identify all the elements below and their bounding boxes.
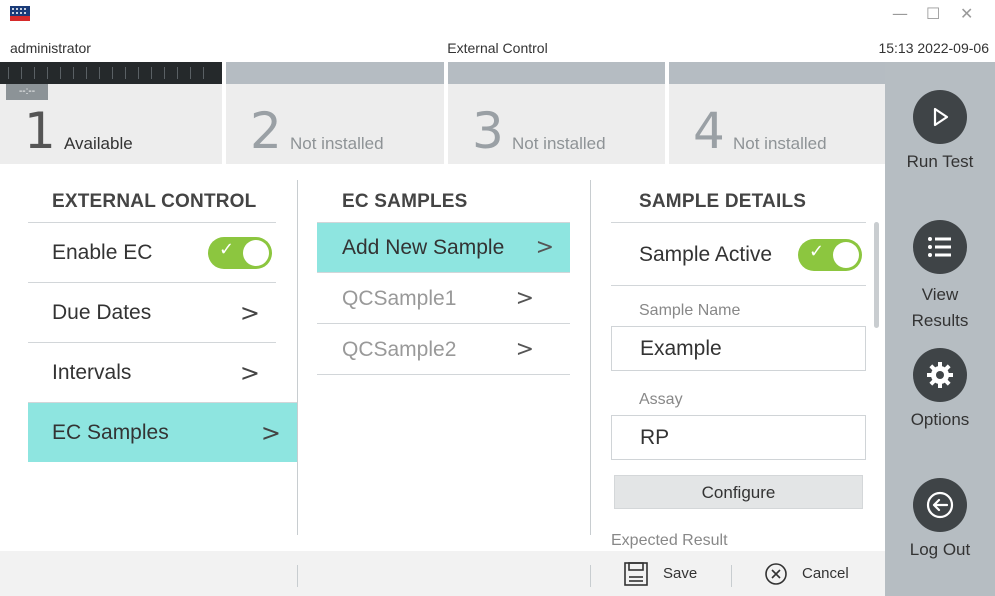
sample-list-item-qcsample1[interactable]: QCSample1 > [317, 274, 570, 324]
sample-active-toggle[interactable]: ✓ [798, 239, 862, 271]
clock: 15:13 2022-09-06 [878, 40, 989, 56]
status-bar: External Control administrator 15:13 202… [0, 36, 995, 62]
column-divider [297, 180, 298, 535]
module-number: 2 [250, 102, 282, 160]
list-item-label: QCSample1 [342, 286, 457, 310]
sample-details-heading: SAMPLE DETAILS [639, 191, 807, 212]
enable-ec-toggle[interactable]: ✓ [208, 237, 272, 269]
module-number: 4 [693, 102, 725, 160]
column-divider [590, 180, 591, 535]
assay-label: Assay [639, 391, 683, 408]
module-status: Not installed [733, 134, 827, 153]
list-item-label: QCSample2 [342, 337, 457, 361]
right-sidebar: Run Test View Results Options Log Out [885, 62, 995, 596]
assay-input[interactable]: RP [611, 415, 866, 460]
sample-name-label: Sample Name [639, 302, 741, 319]
screen-title: External Control [447, 40, 548, 56]
play-icon [913, 90, 967, 144]
log-out-label: Log Out [909, 540, 971, 559]
module-2[interactable]: 2 Not installed [226, 62, 444, 164]
gear-icon [913, 348, 967, 402]
view-results-label-1: View [921, 285, 959, 304]
module-strip: --:-- 1 Available 2 Not installed 3 Not … [0, 62, 885, 164]
module-status: Not installed [512, 134, 606, 153]
ec-samples-heading: EC SAMPLES [342, 191, 468, 212]
save-button[interactable]: Save [623, 551, 697, 596]
module-status: Available [64, 134, 133, 153]
check-icon: ✓ [219, 239, 235, 260]
module-number: 1 [24, 102, 56, 160]
save-label: Save [663, 565, 698, 582]
menu-item-label: Intervals [52, 360, 132, 384]
chevron-right-icon: > [239, 298, 260, 327]
options-button[interactable]: Options [885, 348, 995, 430]
chevron-right-icon: > [535, 235, 554, 260]
cancel-label: Cancel [802, 565, 849, 582]
chevron-right-icon: > [239, 358, 260, 387]
menu-item-label: EC Samples [52, 420, 169, 444]
maximize-button[interactable]: ☐ [926, 4, 940, 23]
module-status: Not installed [290, 134, 384, 153]
view-results-button[interactable]: View Results [885, 220, 995, 333]
sample-list-item-qcsample2[interactable]: QCSample2 > [317, 325, 570, 375]
module-timer: --:-- [6, 84, 48, 100]
options-label: Options [910, 410, 970, 429]
sample-active-label: Sample Active [639, 243, 773, 266]
title-bar: — ☐ ✕ [0, 0, 995, 36]
cancel-icon [765, 562, 787, 585]
module-4[interactable]: 4 Not installed [669, 62, 885, 164]
view-results-label-2: Results [911, 310, 969, 330]
sample-name-input[interactable]: Example [611, 326, 866, 371]
menu-item-label: Due Dates [52, 300, 152, 324]
expected-result-label: Expected Result [611, 532, 728, 549]
cancel-button[interactable]: Cancel [764, 551, 849, 596]
check-icon: ✓ [809, 241, 825, 262]
add-new-sample-item[interactable]: Add New Sample > [317, 223, 570, 273]
menu-item-ec-samples[interactable]: EC Samples > [28, 402, 297, 462]
module-1[interactable]: --:-- 1 Available [0, 62, 222, 164]
log-out-icon [913, 478, 967, 532]
list-icon [913, 220, 967, 274]
current-user: administrator [10, 40, 91, 56]
minimize-button[interactable]: — [892, 4, 908, 23]
configure-button[interactable]: Configure [614, 475, 863, 509]
chevron-right-icon: > [515, 337, 534, 362]
bottom-action-bar: Save Cancel [0, 551, 885, 596]
menu-item-enable-ec[interactable]: Enable EC ✓ [28, 222, 276, 282]
log-out-button[interactable]: Log Out [885, 478, 995, 560]
menu-item-due-dates[interactable]: Due Dates > [28, 282, 276, 342]
save-icon [624, 561, 648, 586]
qiagen-logo [10, 6, 30, 21]
menu-item-intervals[interactable]: Intervals > [28, 342, 276, 402]
module-progress-bar [0, 62, 222, 84]
module-3[interactable]: 3 Not installed [448, 62, 665, 164]
chevron-right-icon: > [260, 418, 281, 447]
menu-item-label: Enable EC [52, 240, 153, 264]
sample-active-row: Sample Active ✓ [611, 223, 866, 286]
module-number: 3 [472, 102, 504, 160]
external-control-heading: EXTERNAL CONTROL [52, 191, 257, 212]
run-test-button[interactable]: Run Test [885, 90, 995, 172]
chevron-right-icon: > [515, 286, 534, 311]
details-scrollbar[interactable] [874, 222, 879, 328]
list-item-label: Add New Sample [342, 235, 505, 259]
close-button[interactable]: ✕ [960, 4, 973, 23]
run-test-label: Run Test [906, 152, 974, 171]
